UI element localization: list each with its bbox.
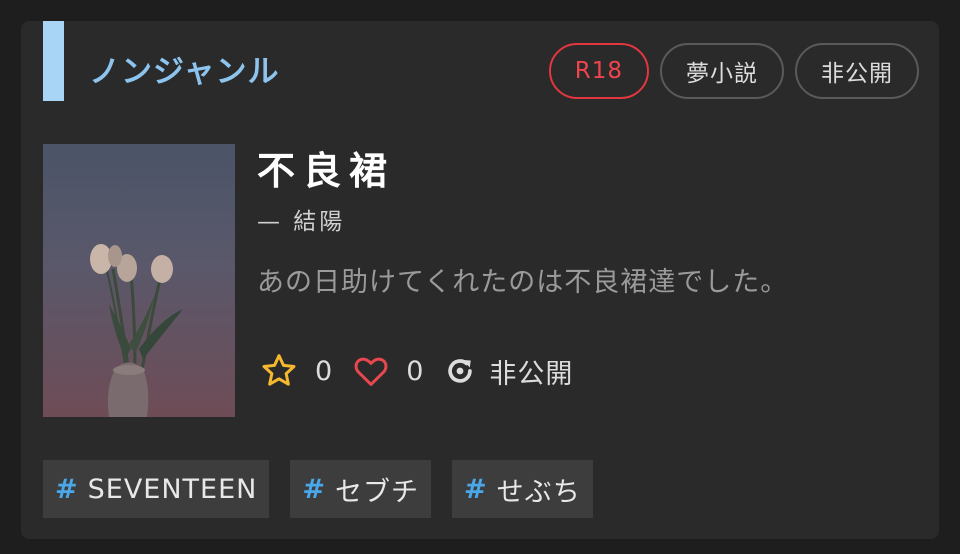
tag-item[interactable]: # セブチ — [290, 460, 431, 518]
badge-group: R18 夢小説 非公開 — [548, 43, 919, 99]
work-title[interactable]: 不良裙 — [257, 146, 395, 196]
star-icon[interactable] — [259, 351, 299, 391]
refresh-icon — [443, 354, 477, 388]
hash-icon: # — [463, 473, 488, 505]
stats-row: 0 0 非公開 — [259, 349, 573, 393]
work-card[interactable]: ノンジャンル R18 夢小説 非公開 不良裙 — 結陽 あの日助けてくれたのは不… — [21, 21, 939, 539]
heart-icon[interactable] — [352, 352, 390, 390]
genre-accent-bar — [43, 21, 64, 101]
category-badge[interactable]: 夢小説 — [660, 43, 784, 99]
work-description: あの日助けてくれたのは不良裙達でした。 — [257, 267, 789, 298]
tag-item[interactable]: # せぶち — [451, 460, 593, 518]
genre-label[interactable]: ノンジャンル — [89, 50, 279, 94]
tag-item[interactable]: # SEVENTEEN — [43, 460, 270, 518]
tag-label: せぶち — [496, 476, 581, 508]
author-name[interactable]: — 結陽 — [257, 206, 345, 238]
tag-label: SEVENTEEN — [87, 473, 258, 505]
rating-badge[interactable]: R18 — [548, 43, 649, 99]
visibility-badge[interactable]: 非公開 — [795, 43, 919, 99]
tag-label: セブチ — [334, 476, 419, 508]
star-count: 0 — [315, 355, 333, 387]
hash-icon: # — [302, 473, 326, 505]
cover-image[interactable] — [43, 144, 235, 417]
tag-list: # SEVENTEEN # セブチ # せぶち — [43, 460, 593, 518]
hash-icon: # — [55, 473, 79, 505]
like-count: 0 — [406, 355, 424, 387]
visibility-status: 非公開 — [489, 358, 574, 390]
